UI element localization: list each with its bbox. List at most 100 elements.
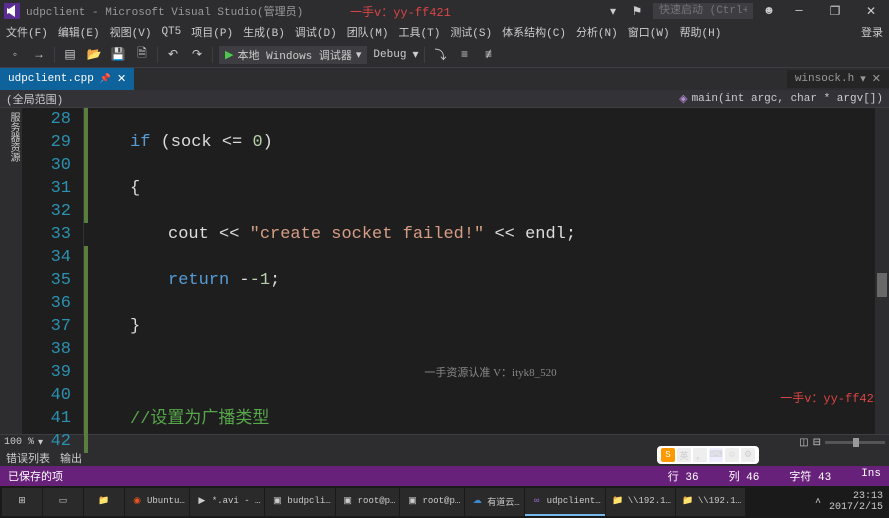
taskbar: ⊞ ▭ 📁 ◉Ubuntu… ▶*.avi - … ▣budpcli… ▣roo…: [0, 486, 889, 518]
scope-dropdown[interactable]: (全局范围): [6, 91, 63, 107]
save-all-button[interactable]: 🗎: [133, 46, 151, 64]
vs-logo-icon: [4, 3, 20, 19]
status-bar: 已保存的项 行 36 列 46 字符 43 Ins: [0, 466, 889, 486]
function-dropdown[interactable]: ◈main(int argc, char * argv[]): [679, 92, 883, 106]
system-tray[interactable]: ˄ 23:13 2017/2/15: [815, 491, 887, 513]
separator: [424, 47, 425, 63]
tab-udpclient[interactable]: udpclient.cpp 📌 ✕: [0, 68, 134, 90]
separator: [212, 47, 213, 63]
window-title: udpclient - Microsoft Visual Studio(管理员): [26, 3, 303, 19]
restore-button[interactable]: ❐: [821, 1, 849, 21]
task-youdao[interactable]: ☁有道云…: [465, 488, 523, 516]
tray-up-icon[interactable]: ˄: [815, 497, 821, 508]
undo-button[interactable]: ↶: [164, 46, 182, 64]
step-icon[interactable]: ⤵: [431, 46, 449, 64]
new-file-button[interactable]: ▤: [61, 46, 79, 64]
status-col: 列 46: [729, 468, 760, 484]
task-budpclient[interactable]: ▣budpcli…: [265, 488, 334, 516]
start-debug-button[interactable]: ▶本地 Windows 调试器▾: [219, 46, 367, 64]
menu-analyze[interactable]: 分析(N): [576, 24, 618, 40]
ime-toolbar[interactable]: S 英 ， ⌨ ☺ ⚙: [657, 446, 759, 464]
uncomment-icon[interactable]: ≢: [479, 46, 497, 64]
line-no: 30: [22, 154, 71, 177]
menu-team[interactable]: 团队(M): [347, 24, 389, 40]
clock-date: 2017/2/15: [829, 502, 883, 513]
nav-back-button[interactable]: ◦: [6, 46, 24, 64]
menu-view[interactable]: 视图(V): [110, 24, 152, 40]
task-ip1[interactable]: 📁\\192.1…: [606, 488, 675, 516]
tab-label: udpclient.cpp: [8, 73, 94, 85]
menu-debug[interactable]: 调试(D): [295, 24, 337, 40]
task-root2[interactable]: ▣root@p…: [400, 488, 464, 516]
tab-bar: udpclient.cpp 📌 ✕ winsock.h ▾ ✕: [0, 68, 889, 90]
play-icon: ▶: [225, 48, 233, 62]
nav-fwd-button[interactable]: →: [30, 46, 48, 64]
quick-launch-input[interactable]: [653, 3, 753, 19]
vertical-scrollbar[interactable]: [875, 108, 889, 434]
line-no: 32: [22, 200, 71, 223]
status-ins: Ins: [861, 468, 881, 484]
config-dropdown[interactable]: Debug: [373, 49, 406, 61]
minimize-button[interactable]: ─: [785, 1, 813, 21]
explorer-button[interactable]: 📁: [84, 488, 124, 516]
menu-arch[interactable]: 体系结构(C): [502, 24, 566, 40]
notify-icon[interactable]: ▾: [605, 3, 621, 19]
watermark-overlay: 一手v：yy-ff421: [350, 3, 451, 20]
menu-build[interactable]: 生成(B): [243, 24, 285, 40]
ime-punct-icon[interactable]: ，: [693, 448, 707, 462]
line-no: 29: [22, 131, 71, 154]
task-udpclient[interactable]: ∞udpclient…: [525, 488, 605, 516]
code-area[interactable]: if (sock <= 0) { cout << "create socket …: [88, 108, 889, 434]
dropdown-icon[interactable]: ▾: [860, 72, 866, 86]
task-ubuntu[interactable]: ◉Ubuntu…: [125, 488, 189, 516]
side-tool-tabs[interactable]: 服务器资源工具箱: [0, 108, 22, 434]
tab-winsock[interactable]: winsock.h ▾ ✕: [787, 70, 889, 88]
comment-icon[interactable]: ≡: [455, 46, 473, 64]
menu-qt[interactable]: QT5: [161, 26, 181, 38]
split-h-icon[interactable]: ◫: [799, 437, 808, 449]
start-button[interactable]: ⊞: [2, 488, 42, 516]
redo-button[interactable]: ↷: [188, 46, 206, 64]
status-line: 行 36: [668, 468, 699, 484]
ime-user-icon[interactable]: ☺: [725, 448, 739, 462]
line-no: 28: [22, 108, 71, 131]
menu-bar: 文件(F) 编辑(E) 视图(V) QT5 项目(P) 生成(B) 调试(D) …: [0, 22, 889, 42]
menu-edit[interactable]: 编辑(E): [58, 24, 100, 40]
task-avi[interactable]: ▶*.avi - …: [190, 488, 265, 516]
ime-settings-icon[interactable]: ⚙: [741, 448, 755, 462]
scrollbar-thumb[interactable]: [877, 273, 887, 297]
task-ip2[interactable]: 📁\\192.1…: [676, 488, 745, 516]
title-bar: udpclient - Microsoft Visual Studio(管理员)…: [0, 0, 889, 22]
start-debug-label: 本地 Windows 调试器: [237, 47, 351, 63]
separator: [54, 47, 55, 63]
close-button[interactable]: ✕: [857, 1, 885, 21]
split-v-icon[interactable]: ⊟: [813, 437, 821, 449]
pin-icon[interactable]: 📌: [100, 74, 111, 84]
flag-icon[interactable]: ⚑: [629, 3, 645, 19]
status-char: 字符 43: [789, 468, 831, 484]
feedback-icon[interactable]: ☻: [761, 3, 777, 19]
ime-lang[interactable]: 英: [677, 448, 691, 462]
task-root1[interactable]: ▣root@p…: [336, 488, 400, 516]
open-button[interactable]: 📂: [85, 46, 103, 64]
menu-test[interactable]: 测试(S): [450, 24, 492, 40]
menu-tools[interactable]: 工具(T): [399, 24, 441, 40]
menu-file[interactable]: 文件(F): [6, 24, 48, 40]
nav-bar: (全局范围) ◈main(int argc, char * argv[]): [0, 90, 889, 108]
close-tab-icon[interactable]: ✕: [872, 72, 881, 86]
menu-window[interactable]: 窗口(W): [628, 24, 670, 40]
zoom-slider[interactable]: [825, 441, 885, 444]
menu-help[interactable]: 帮助(H): [680, 24, 722, 40]
taskbar-clock[interactable]: 23:13 2017/2/15: [825, 491, 887, 513]
close-tab-icon[interactable]: ✕: [117, 72, 126, 86]
code-editor[interactable]: 服务器资源工具箱 28 29 30 31 32 33 34 35 36 37 3…: [0, 108, 889, 434]
clock-time: 23:13: [829, 491, 883, 502]
sign-in-button[interactable]: 登录: [861, 24, 883, 40]
line-no: 40: [22, 384, 71, 407]
save-button[interactable]: 💾: [109, 46, 127, 64]
ime-keyboard-icon[interactable]: ⌨: [709, 448, 723, 462]
line-gutter: 28 29 30 31 32 33 34 35 36 37 38 39 40 4…: [22, 108, 84, 434]
menu-project[interactable]: 项目(P): [191, 24, 233, 40]
taskview-button[interactable]: ▭: [43, 488, 83, 516]
function-icon: ◈: [679, 92, 687, 106]
